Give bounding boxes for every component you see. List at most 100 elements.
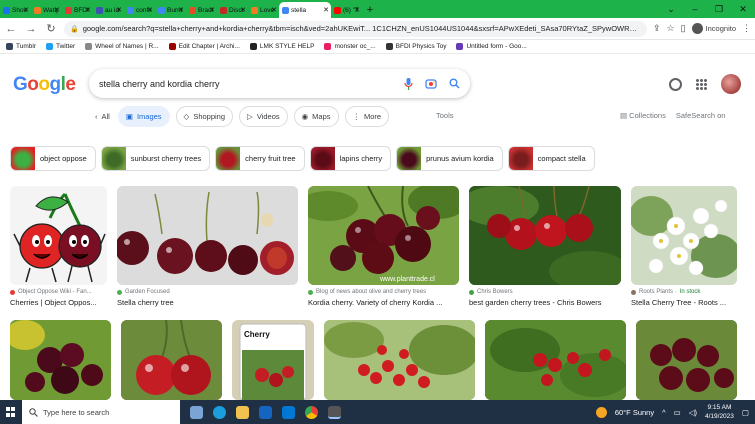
browser-tab[interactable]: Burrit ✕	[155, 2, 186, 18]
microphone-icon[interactable]	[404, 77, 413, 90]
image-result[interactable]: Chris Bowers best garden cherry trees - …	[469, 186, 621, 310]
filter-shopping[interactable]: ◇ Shopping	[175, 106, 234, 127]
filter-images[interactable]: ▣ Images	[117, 106, 170, 127]
search-icon[interactable]	[449, 78, 460, 89]
bookmark-item[interactable]: Tumblr	[6, 43, 36, 50]
result-title[interactable]: best garden cherry trees - Chris Bowers	[469, 298, 621, 307]
result-image-cartoon-cherries[interactable]	[10, 186, 107, 285]
mail-icon[interactable]	[282, 405, 295, 419]
bookmark-item[interactable]: LMK STYLE HELP	[249, 43, 314, 50]
close-tab-icon[interactable]: ✕	[209, 6, 215, 14]
image-result[interactable]: Object Oppose Wiki - Fan... Cherries | O…	[10, 186, 107, 310]
close-window-button[interactable]: ✕	[731, 0, 755, 18]
result-image-kordia-cherries[interactable]: www.planttrade.cl	[308, 186, 459, 285]
browser-tab[interactable]: stella ✕	[279, 2, 331, 18]
related-search-chip[interactable]: cherry fruit tree	[215, 146, 305, 171]
minimize-button[interactable]: –	[683, 0, 707, 18]
browser-tab[interactable]: Discu ✕	[217, 2, 248, 18]
result-image-dark-cherry-cluster[interactable]	[636, 320, 737, 400]
settings-gear-icon[interactable]	[669, 77, 682, 91]
browser-tab[interactable]: confic✕	[124, 2, 155, 18]
incognito-indicator[interactable]: Incognito	[691, 23, 736, 34]
result-source[interactable]: Chris Bowers	[469, 289, 513, 295]
filter-maps[interactable]: ◉ Maps	[293, 106, 339, 127]
related-search-chip[interactable]: object oppose	[10, 146, 96, 171]
result-source[interactable]: Garden Focused	[117, 289, 170, 295]
bookmark-star-icon[interactable]: ☆	[667, 23, 675, 34]
bookmark-item[interactable]: Twitter	[45, 43, 75, 50]
related-search-chip[interactable]: compact stella	[507, 146, 595, 171]
account-avatar[interactable]	[721, 74, 741, 94]
close-tab-icon[interactable]: ✕	[178, 6, 184, 14]
result-image-cherry-tree[interactable]	[485, 320, 626, 400]
close-tab-icon[interactable]: ✕	[323, 6, 329, 14]
lens-camera-icon[interactable]	[425, 78, 437, 90]
browser-tab[interactable]: BFDI F✕	[62, 2, 93, 18]
browser-tab[interactable]: Love I✕	[248, 2, 279, 18]
result-source[interactable]: Roots Plants · In stock	[631, 289, 700, 295]
filter-videos[interactable]: ▷ Videos	[239, 106, 288, 127]
omnibox[interactable]: 🔒 google.com/search?q=stella+cherry+and+…	[64, 20, 647, 37]
close-tab-icon[interactable]: ✕	[23, 6, 29, 14]
google-logo[interactable]: Google	[13, 74, 76, 96]
browser-tab[interactable]: Show ✕	[0, 2, 31, 18]
new-tab-button[interactable]: +	[362, 2, 378, 18]
filter-all[interactable]: ‹ All	[95, 112, 110, 121]
close-tab-icon[interactable]: ✕	[271, 6, 277, 14]
result-image-red-cherries[interactable]	[121, 320, 222, 400]
safesearch-link[interactable]: SafeSearch on	[676, 111, 726, 120]
volume-icon[interactable]: ◁)	[689, 408, 697, 417]
related-search-chip[interactable]: lapins cherry	[309, 146, 392, 171]
close-tab-icon[interactable]: ✕	[54, 6, 60, 14]
clock[interactable]: 9:15 AM 4/19/2023	[705, 403, 734, 421]
result-source[interactable]: Object Oppose Wiki - Fan...	[10, 289, 92, 295]
bookmark-item[interactable]: monster oc_...	[324, 43, 376, 50]
result-image-cherry-branch[interactable]	[324, 320, 475, 400]
start-button[interactable]	[0, 400, 22, 424]
network-icon[interactable]: ▭	[674, 408, 681, 417]
forward-button[interactable]: →	[24, 23, 38, 35]
close-tab-icon[interactable]: ✕	[147, 6, 153, 14]
close-tab-icon[interactable]: ✕	[116, 6, 122, 14]
related-search-chip[interactable]: sunburst cherry trees	[100, 146, 211, 171]
file-explorer-icon[interactable]	[236, 405, 249, 419]
result-title[interactable]: Kordia cherry. Variety of cherry Kordia …	[308, 298, 459, 307]
image-result[interactable]: Roots Plants · In stock Stella Cherry Tr…	[631, 186, 737, 310]
result-image-plant-label[interactable]: Cherry	[232, 320, 314, 400]
bookmark-item[interactable]: Edit Chapter | Archi...	[168, 43, 240, 50]
share-icon[interactable]: ⇪	[653, 23, 661, 34]
result-image-cherry-blossom[interactable]	[631, 186, 737, 285]
browser-tab[interactable]: (6) "T ✕	[331, 2, 362, 18]
back-button[interactable]: ←	[4, 23, 18, 35]
chrome-incognito-icon[interactable]	[328, 405, 341, 419]
result-title[interactable]: Stella Cherry Tree - Roots ...	[631, 298, 737, 307]
result-title[interactable]: Stella cherry tree	[117, 298, 298, 307]
image-result[interactable]: www.planttrade.cl Blog of news about oli…	[308, 186, 459, 310]
result-source[interactable]: Blog of news about olive and cherry tree…	[308, 289, 426, 295]
tools-button[interactable]: Tools	[436, 111, 454, 120]
browser-tab[interactable]: Wattp ✕	[31, 2, 62, 18]
close-tab-icon[interactable]: ✕	[85, 6, 91, 14]
notifications-icon[interactable]: ▢	[742, 408, 749, 417]
search-input[interactable]: stella cherry and kordia cherry	[99, 79, 404, 89]
close-tab-icon[interactable]: ✕	[240, 6, 246, 14]
result-image-garden-cherries[interactable]	[469, 186, 621, 285]
reading-list-icon[interactable]: ▯	[681, 23, 686, 34]
edge-icon[interactable]	[213, 405, 226, 419]
image-result[interactable]: Garden Focused Stella cherry tree	[117, 186, 298, 310]
taskbar-search[interactable]: Type here to search	[22, 400, 180, 424]
tray-chevron-icon[interactable]: ^	[662, 408, 666, 417]
related-search-chip[interactable]: prunus avium kordia	[396, 146, 503, 171]
bookmark-item[interactable]: Untitled form - Goo...	[456, 43, 527, 50]
bookmark-item[interactable]: Wheel of Names | R...	[85, 43, 159, 50]
tab-search-icon[interactable]: ⌄	[659, 0, 683, 18]
reload-button[interactable]: ↻	[44, 22, 58, 35]
result-title[interactable]: Cherries | Object Oppos...	[10, 298, 107, 307]
result-image-dark-cherries[interactable]	[10, 320, 111, 400]
chrome-icon[interactable]	[305, 405, 318, 419]
maximize-button[interactable]: ❐	[707, 0, 731, 18]
google-apps-icon[interactable]	[696, 78, 707, 90]
search-box[interactable]: stella cherry and kordia cherry	[89, 69, 470, 98]
menu-icon[interactable]: ⋮	[742, 23, 751, 34]
bookmark-item[interactable]: BFDI Physics Toy	[385, 43, 446, 50]
